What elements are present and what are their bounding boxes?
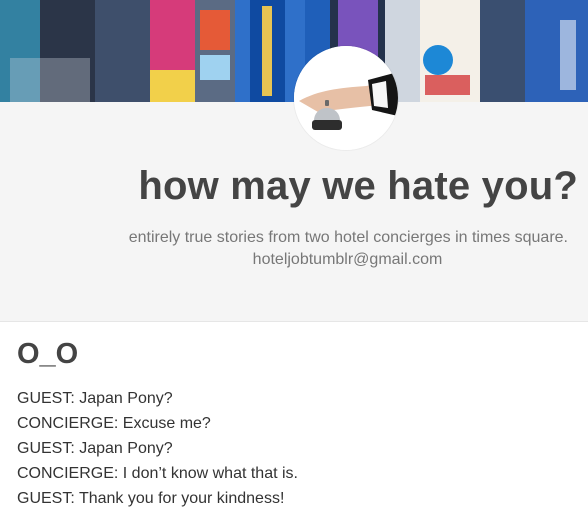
post-title[interactable]: O_O bbox=[17, 336, 577, 372]
blog-page: how may we hate you? entirely true stori… bbox=[0, 0, 588, 523]
blog-avatar[interactable] bbox=[294, 46, 398, 150]
post-line: CONCIERGE: I don’t know what that is. bbox=[17, 465, 298, 482]
post-body: GUEST: Japan Pony? CONCIERGE: Excuse me?… bbox=[17, 386, 577, 511]
post-line: GUEST: Japan Pony? bbox=[17, 440, 173, 457]
post-line: CONCIERGE: Excuse me? bbox=[17, 415, 211, 432]
blog-email: hoteljobtumblr@gmail.com bbox=[252, 251, 443, 268]
blog-description: entirely true stories from two hotel con… bbox=[128, 229, 568, 246]
hand-on-service-bell-icon bbox=[294, 46, 398, 150]
post: O_O GUEST: Japan Pony? CONCIERGE: Excuse… bbox=[17, 336, 577, 511]
blog-title[interactable]: how may we hate you? bbox=[0, 163, 578, 209]
post-line: GUEST: Japan Pony? bbox=[17, 390, 173, 407]
post-line: GUEST: Thank you for your kindness! bbox=[17, 490, 285, 507]
